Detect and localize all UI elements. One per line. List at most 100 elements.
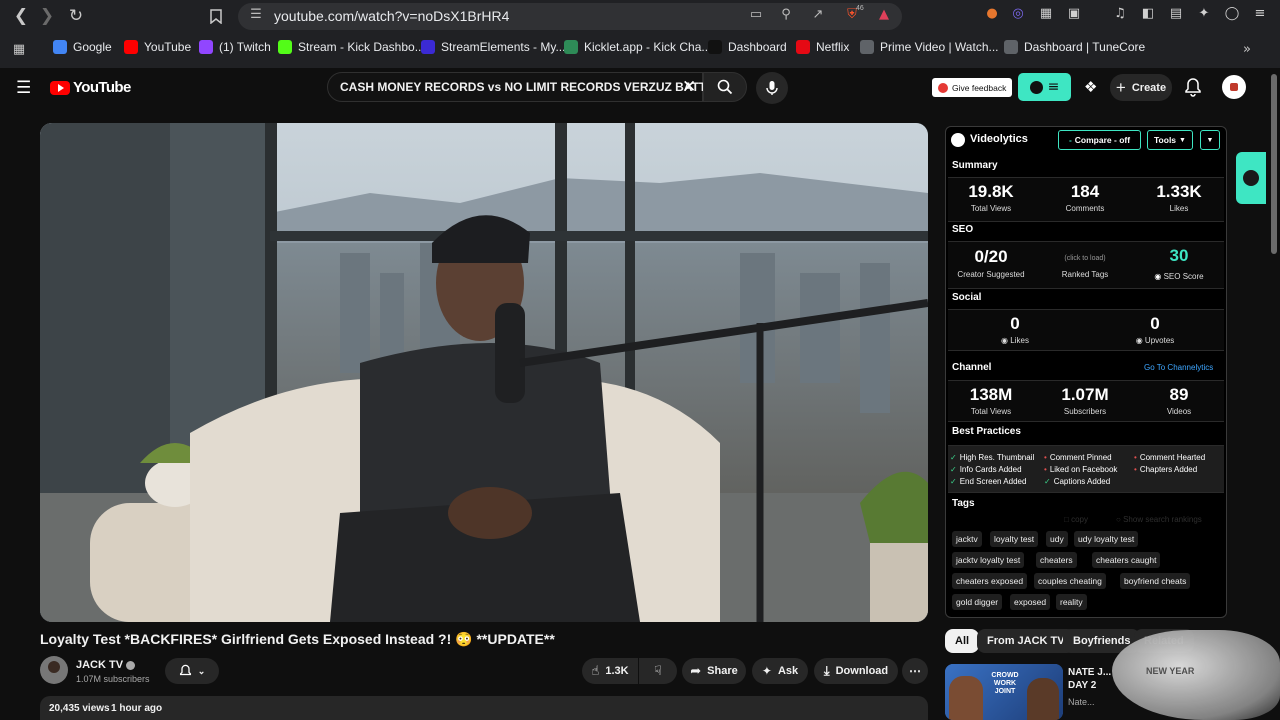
best-practice-label: Captions Added: [1053, 477, 1111, 486]
tag-chip[interactable]: udy loyalty test: [1074, 531, 1139, 547]
voice-search-button[interactable]: [756, 72, 788, 104]
related-thumbnail[interactable]: CROWD WORK JOINT: [945, 664, 1063, 720]
ranked-tags-load-link[interactable]: (click to load): [1040, 255, 1130, 262]
menu-icon[interactable]: ≡: [1250, 6, 1270, 26]
vidiq-toggle-button[interactable]: ≡: [1018, 73, 1071, 101]
notifications-icon[interactable]: [1184, 77, 1202, 102]
tag-chip[interactable]: boyfriend cheats: [1120, 573, 1191, 589]
tag-chip[interactable]: reality: [1056, 594, 1087, 610]
best-practice-item: ✓ Info Cards Added: [950, 465, 1022, 474]
best-practice-label: Comment Pinned: [1049, 453, 1112, 462]
tag-chip[interactable]: loyalty test: [990, 531, 1039, 547]
create-button[interactable]: + Create: [1110, 74, 1172, 101]
give-feedback-button[interactable]: Give feedback: [932, 78, 1013, 97]
tag-chip[interactable]: cheaters: [1036, 552, 1077, 568]
music-icon[interactable]: ♫: [1110, 6, 1130, 26]
tag-chip[interactable]: udy: [1046, 531, 1068, 547]
search-icon: [717, 79, 733, 95]
clear-search-icon[interactable]: ✕: [682, 77, 696, 97]
bookmark-item[interactable]: Stream - Kick Dashbo...: [278, 40, 425, 54]
more-actions-button[interactable]: ⋯: [902, 658, 928, 684]
wallet-icon[interactable]: ▤: [1166, 6, 1186, 26]
copy-icon: □: [1064, 515, 1069, 524]
best-practice-item: • Chapters Added: [1134, 465, 1197, 474]
avatar[interactable]: [1222, 75, 1246, 99]
overlay-text: NEW YEAR: [1146, 666, 1195, 676]
dislike-button[interactable]: ☟: [639, 658, 677, 684]
channel-heading: Channel: [952, 362, 992, 373]
bookmark-item[interactable]: YouTube: [124, 40, 191, 54]
tag-chip[interactable]: jacktv: [952, 531, 982, 547]
vidiq-mini-icon: ◉: [1154, 272, 1162, 281]
best-practice-label: High Res. Thumbnail: [959, 453, 1035, 462]
channelytics-link[interactable]: Go To Channelytics: [1144, 363, 1213, 372]
bookmark-icon[interactable]: [205, 5, 227, 27]
best-practice-label: End Screen Added: [959, 477, 1027, 486]
extension-gem-icon[interactable]: ❖: [1084, 78, 1097, 96]
seo-heading: SEO: [952, 224, 974, 235]
bookmark-item[interactable]: Dashboard | TuneCore: [1004, 40, 1145, 54]
leo-icon[interactable]: ✦: [1194, 6, 1214, 26]
creator-suggested-value: 0/20: [974, 247, 1008, 266]
vidiq-side-tab[interactable]: [1236, 152, 1266, 204]
channel-name[interactable]: JACK TV: [76, 659, 136, 671]
share-page-icon[interactable]: ↗: [808, 7, 828, 25]
vpn-icon[interactable]: ◯: [1222, 6, 1242, 26]
share-button[interactable]: ➦ Share: [682, 658, 746, 684]
channel-avatar[interactable]: [40, 656, 68, 684]
scrollbar-thumb[interactable]: [1271, 74, 1277, 254]
more-bookmarks-icon[interactable]: »: [1236, 38, 1258, 60]
chip-all[interactable]: All: [945, 629, 980, 653]
video-player[interactable]: [40, 123, 928, 622]
ask-button[interactable]: ✦ Ask: [752, 658, 808, 684]
tag-chip[interactable]: jacktv loyalty test: [952, 552, 1025, 568]
tag-chip[interactable]: cheaters caught: [1092, 552, 1161, 568]
site-info-icon[interactable]: ☰: [246, 7, 266, 25]
check-icon: ✓: [1044, 477, 1051, 486]
hamburger-menu-icon[interactable]: ☰: [16, 78, 31, 98]
search-button[interactable]: [703, 72, 747, 102]
description-box[interactable]: 20,435 views 1 hour ago: [40, 696, 928, 720]
zoom-icon[interactable]: ⚲: [776, 7, 796, 25]
bookmark-item[interactable]: Prime Video | Watch...: [860, 40, 999, 54]
bookmark-item[interactable]: Google: [53, 40, 112, 54]
check-icon: ✓: [950, 453, 957, 462]
chip-from-channel[interactable]: From JACK TV: [977, 629, 1075, 653]
cast-icon[interactable]: ▭: [746, 7, 766, 25]
tag-chip[interactable]: cheaters exposed: [952, 573, 1028, 589]
show-search-rankings-button[interactable]: ○ Show search rankings: [1116, 515, 1202, 524]
tag-chip[interactable]: gold digger: [952, 594, 1003, 610]
back-icon[interactable]: ❮: [10, 5, 32, 27]
copy-tags-button[interactable]: □ copy: [1064, 515, 1088, 524]
youtube-logo[interactable]: YouTube: [50, 79, 131, 96]
bookmark-item[interactable]: Kicklet.app - Kick Cha...: [564, 40, 711, 54]
rewards-icon[interactable]: ▲: [874, 7, 894, 25]
bookmark-item[interactable]: Dashboard: [708, 40, 787, 54]
sidebar-icon[interactable]: ◧: [1138, 6, 1158, 26]
tools-dropdown[interactable]: Tools ▼: [1147, 130, 1193, 150]
extension-icon[interactable]: ◎: [1008, 6, 1028, 26]
forward-icon[interactable]: ❯: [36, 5, 58, 27]
page-scrollbar[interactable]: [1268, 68, 1280, 720]
related-thumb-text: CROWD WORK JOINT: [991, 672, 1019, 695]
apps-grid-icon[interactable]: ▦: [8, 38, 30, 60]
puzzle-icon[interactable]: ▦: [1036, 6, 1056, 26]
panel-collapse-button[interactable]: ▼: [1200, 130, 1220, 150]
tag-chip[interactable]: couples cheating: [1034, 573, 1106, 589]
bookmark-item[interactable]: (1) Twitch: [199, 40, 271, 54]
download-button[interactable]: ⤓ Download: [814, 658, 898, 684]
reload-icon[interactable]: ↻: [65, 5, 87, 27]
extension-icon[interactable]: ●: [982, 6, 1002, 26]
tag-chip[interactable]: exposed: [1010, 594, 1051, 610]
compare-toggle-button[interactable]: ‑ Compare - off: [1058, 130, 1141, 150]
bookmark-label: (1) Twitch: [219, 40, 271, 54]
search-input[interactable]: CASH MONEY RECORDS vs NO LIMIT RECORDS V…: [327, 72, 722, 102]
address-bar[interactable]: ☰ youtube.com/watch?v=noDsX1BrHR4 ▭ ⚲ ↗ …: [238, 3, 902, 30]
social-upvotes-value: 0: [1150, 314, 1160, 333]
screenshot-icon[interactable]: ▣: [1064, 6, 1084, 26]
bookmark-item[interactable]: StreamElements - My...: [421, 40, 565, 54]
like-button[interactable]: ☝ 1.3K: [582, 658, 638, 684]
subscribe-bell-button[interactable]: ⌄: [165, 658, 219, 684]
netflix-icon: [796, 40, 810, 54]
bookmark-item[interactable]: Netflix: [796, 40, 849, 54]
